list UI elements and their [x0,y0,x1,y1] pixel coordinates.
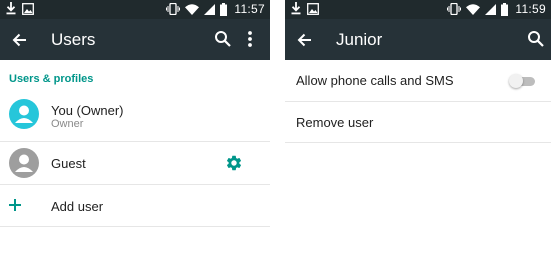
add-user-row[interactable]: Add user [0,185,270,227]
user-name: You (Owner) [51,103,124,118]
download-icon [6,2,16,15]
search-icon[interactable] [214,30,232,48]
avatar-guest-icon [9,148,39,178]
clock: 11:59 [515,2,546,16]
allow-calls-label: Allow phone calls and SMS [296,73,454,88]
divider [285,142,551,143]
back-arrow-icon[interactable] [10,30,30,50]
app-bar: Junior [285,19,551,60]
section-header: Users & profiles [9,73,94,85]
users-screen: 11:57 Users Users & profiles You (Owner)… [0,0,270,266]
user-row-owner[interactable]: You (Owner) Owner [0,92,270,140]
more-options-icon[interactable] [245,30,255,48]
user-row-guest[interactable]: Guest [0,142,270,184]
download-icon [291,2,301,15]
signal-icon [485,3,497,15]
divider [0,226,270,227]
image-icon [307,2,319,15]
avatar-owner-icon [9,99,39,129]
settings-gear-icon[interactable] [225,154,243,177]
status-bar: 11:57 [0,0,270,19]
toggle-thumb [509,74,523,88]
image-icon [22,2,34,15]
battery-icon [220,2,228,16]
page-title: Junior [336,30,383,49]
page-title: Users [51,30,96,49]
back-arrow-icon[interactable] [295,30,315,50]
status-bar: 11:59 [285,0,551,19]
allow-calls-toggle[interactable] [509,74,537,88]
battery-icon [501,2,509,16]
search-icon[interactable] [527,30,545,48]
signal-icon [204,3,216,15]
user-detail-screen: 11:59 Junior Allow phone calls and SMS R… [285,0,551,266]
vibrate-icon [447,3,462,15]
add-user-label: Add user [51,199,104,214]
add-icon [8,198,22,217]
wifi-icon [185,3,200,15]
user-role: Owner [51,118,84,130]
clock: 11:57 [234,2,265,16]
app-bar: Users [0,19,270,60]
remove-user-row[interactable]: Remove user [285,102,551,142]
remove-user-label: Remove user [296,115,374,130]
wifi-icon [466,3,481,15]
user-name: Guest [51,156,86,171]
vibrate-icon [166,3,181,15]
